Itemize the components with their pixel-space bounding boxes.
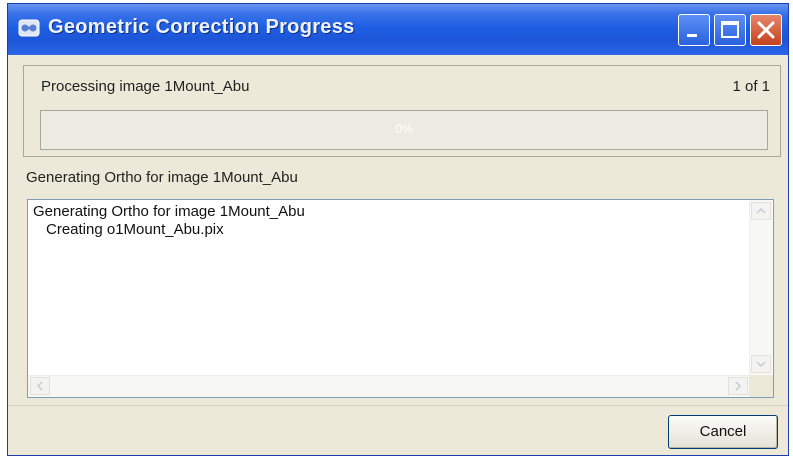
processing-status-text: Processing image 1Mount_Abu — [41, 78, 250, 95]
cancel-button[interactable]: Cancel — [668, 415, 778, 449]
chevron-down-icon — [756, 361, 766, 368]
horizontal-scrollbar[interactable] — [28, 375, 750, 397]
minimize-button[interactable] — [678, 14, 710, 46]
close-icon — [757, 21, 775, 39]
progress-bar: 0% — [40, 110, 768, 150]
scroll-up-button[interactable] — [751, 202, 771, 220]
operation-status-label: Generating Ortho for image 1Mount_Abu — [26, 169, 298, 186]
scroll-down-button[interactable] — [751, 355, 771, 373]
minimize-icon — [687, 34, 697, 37]
log-line: Creating o1Mount_Abu.pix — [46, 221, 224, 238]
maximize-button[interactable] — [714, 14, 746, 46]
chevron-up-icon — [756, 207, 766, 214]
log-line: Generating Ortho for image 1Mount_Abu — [33, 203, 305, 220]
title-bar[interactable]: Geometric Correction Progress — [8, 4, 788, 55]
app-icon — [18, 17, 40, 39]
log-content: Generating Ortho for image 1Mount_Abu Cr… — [33, 203, 305, 239]
close-button[interactable] — [750, 14, 782, 46]
log-textbox[interactable]: Generating Ortho for image 1Mount_Abu Cr… — [27, 199, 774, 398]
scrollbar-corner — [749, 375, 773, 397]
chevron-left-icon — [36, 381, 43, 391]
progress-dialog: Geometric Correction Progress Processing… — [7, 3, 789, 456]
scroll-left-button[interactable] — [30, 377, 50, 395]
progress-group: Processing image 1Mount_Abu 1 of 1 0% — [23, 65, 781, 157]
progress-percent-label: 0% — [395, 122, 413, 136]
scroll-right-button[interactable] — [728, 377, 748, 395]
chevron-right-icon — [735, 381, 742, 391]
footer-divider — [8, 405, 788, 406]
dialog-body: Processing image 1Mount_Abu 1 of 1 0% Ge… — [8, 55, 788, 455]
image-count-text: 1 of 1 — [732, 78, 770, 95]
vertical-scrollbar[interactable] — [749, 200, 773, 375]
window-title: Geometric Correction Progress — [48, 16, 355, 38]
maximize-icon — [721, 21, 739, 38]
